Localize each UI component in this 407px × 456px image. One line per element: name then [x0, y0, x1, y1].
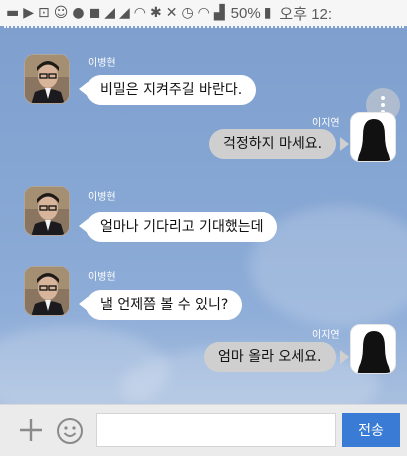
- bubble-tail: [340, 350, 349, 364]
- message-bubble[interactable]: 비밀은 지켜주길 바란다.: [86, 75, 257, 105]
- message-icon: ▬: [6, 5, 20, 21]
- silhouette-photo: [351, 325, 395, 373]
- battery-percent: 50%: [230, 4, 261, 22]
- message-bubble[interactable]: 엄마 올라 오세요.: [204, 342, 336, 372]
- wifi-strength-icon: ◠: [197, 5, 210, 21]
- talk-icon: ●: [72, 5, 85, 21]
- talk-badge-icon: ◼: [88, 5, 101, 21]
- battery-icon: ▮: [263, 5, 272, 21]
- avatar[interactable]: [24, 266, 70, 316]
- bluetooth-icon: ✱: [149, 5, 162, 21]
- message-bubble[interactable]: 걱정하지 마세요.: [209, 129, 337, 159]
- cell-signal-icon: ▟: [213, 5, 225, 21]
- message-bubble[interactable]: 얼마나 기다리고 기대했는데: [86, 212, 278, 242]
- signal-icon-2: ◢: [118, 5, 130, 21]
- avatar[interactable]: [350, 112, 396, 162]
- send-button[interactable]: 전송: [342, 413, 400, 447]
- avatar[interactable]: [350, 324, 396, 374]
- mute-icon: ✕: [165, 5, 178, 21]
- chat-area[interactable]: 이병현 비밀은 지켜주길 바란다. 이지연 걱정하지 마세요. 이병현 얼마나 …: [0, 26, 407, 404]
- silhouette-photo: [351, 113, 395, 161]
- status-bar: ▬ ▶ ⊡ ☺ ● ◼ ◢ ◢ ◠ ✱ ✕ ◷ ◠ ▟ 50% ▮ 오후 12:: [0, 0, 407, 26]
- top-divider: [4, 26, 404, 30]
- sender-name: 이병현: [88, 192, 116, 203]
- sender-name: 이지연: [312, 330, 340, 341]
- message-input[interactable]: [96, 413, 336, 447]
- sender-name: 이병현: [88, 58, 116, 69]
- person-photo: [25, 267, 69, 315]
- signal-icon: ◢: [104, 5, 115, 21]
- play-icon: ▶: [23, 5, 35, 21]
- notification-icon: ☺: [53, 5, 69, 21]
- alert-icon: ⊡: [38, 5, 50, 21]
- clock: 오후 12:: [279, 5, 333, 23]
- wifi-icon: ◠: [133, 5, 146, 21]
- alarm-icon: ◷: [181, 5, 194, 21]
- message-bubble[interactable]: 낼 언제쯤 볼 수 있니?: [86, 290, 243, 320]
- sender-name: 이지연: [312, 118, 340, 129]
- avatar[interactable]: [24, 54, 70, 104]
- person-photo: [25, 55, 69, 103]
- emoji-icon[interactable]: [56, 417, 84, 445]
- person-photo: [25, 187, 69, 235]
- plus-icon[interactable]: [18, 417, 44, 443]
- sender-name: 이병현: [88, 272, 116, 283]
- message-input-bar: 전송: [0, 404, 407, 456]
- bubble-tail: [340, 137, 349, 151]
- avatar[interactable]: [24, 186, 70, 236]
